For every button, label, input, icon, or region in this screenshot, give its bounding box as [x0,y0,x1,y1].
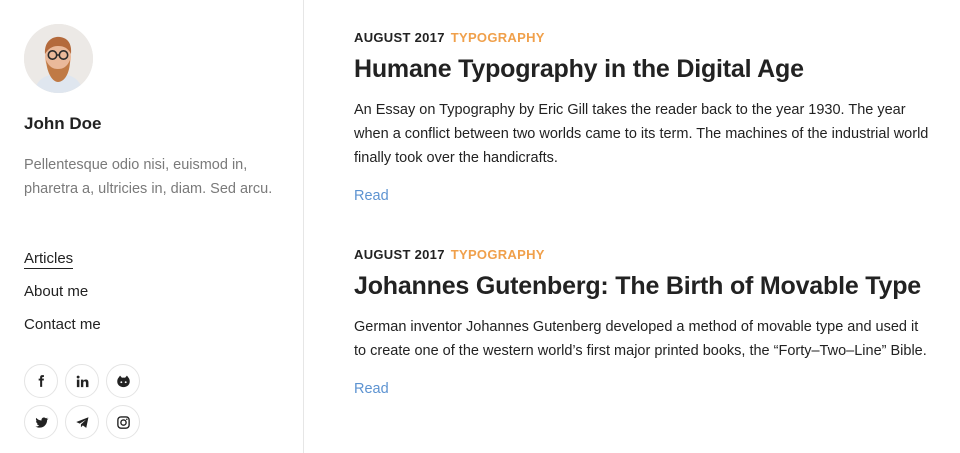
linkedin-icon [76,375,88,387]
article-date: AUGUST 2017 [354,30,445,45]
article-meta: AUGUST 2017 TYPOGRAPHY [354,247,934,262]
menu-link-about-me[interactable]: About me [24,283,88,300]
author-bio: Pellentesque odio nisi, euismod in, phar… [24,157,273,197]
article-category-link[interactable]: TYPOGRAPHY [451,30,545,45]
article-card: AUGUST 2017 TYPOGRAPHY Johannes Gutenberg… [354,247,934,398]
telegram-icon [75,416,88,428]
article-date: AUGUST 2017 [354,247,445,262]
menu-item-contact-me[interactable]: Contact me [24,316,101,349]
menu-link-articles[interactable]: Articles [24,250,74,269]
social-links [24,364,154,439]
menu-item-about-me[interactable]: About me [24,283,101,316]
facebook-link[interactable] [24,364,58,398]
instagram-icon [116,415,130,429]
sidebar-menu: Articles About me Contact me [24,250,101,349]
instagram-link[interactable] [106,405,140,439]
author-photo [24,24,93,93]
article-meta: AUGUST 2017 TYPOGRAPHY [354,30,934,45]
article-title[interactable]: Johannes Gutenberg: The Birth of Movable… [354,272,934,301]
facebook-icon [38,375,44,387]
avatar[interactable] [24,24,93,93]
github-icon [116,375,130,387]
author-name: John Doe [24,114,102,133]
telegram-link[interactable] [65,405,99,439]
github-link[interactable] [106,364,140,398]
menu-link-contact-me[interactable]: Contact me [24,316,101,333]
read-more-link[interactable]: Read [354,188,389,204]
linkedin-link[interactable] [65,364,99,398]
article-card: AUGUST 2017 TYPOGRAPHY Humane Typography … [354,30,934,205]
twitter-icon [35,416,48,428]
article-excerpt: German inventor Johannes Gutenberg devel… [354,319,927,359]
article-category-link[interactable]: TYPOGRAPHY [451,247,545,262]
twitter-link[interactable] [24,405,58,439]
read-more-link[interactable]: Read [354,381,389,397]
menu-item-articles[interactable]: Articles [24,250,101,283]
article-title[interactable]: Humane Typography in the Digital Age [354,55,934,84]
sidebar: John Doe Pellentesque odio nisi, euismod… [0,0,304,453]
article-excerpt: An Essay on Typography by Eric Gill take… [354,102,929,166]
